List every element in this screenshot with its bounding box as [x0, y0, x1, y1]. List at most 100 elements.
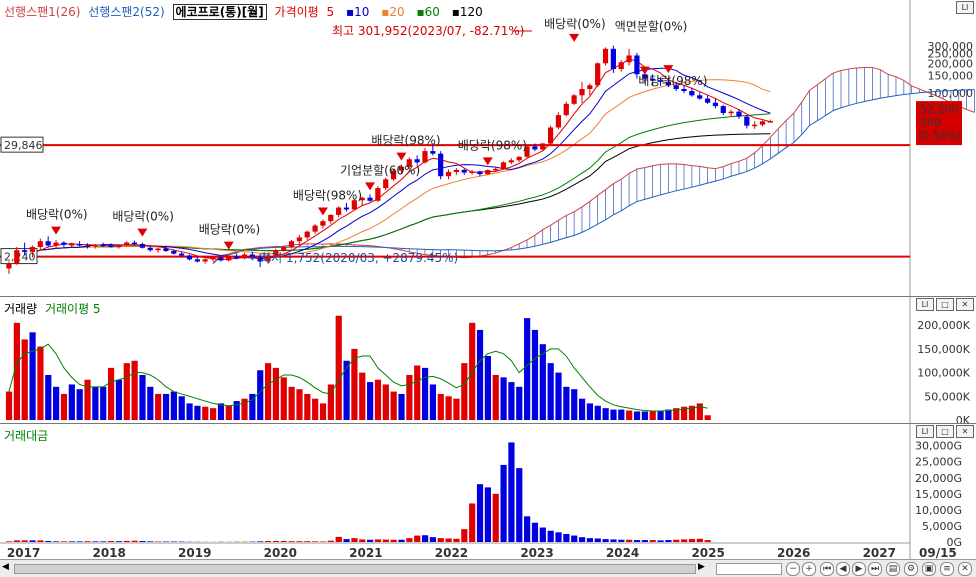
- candle-body: [564, 104, 569, 115]
- volume-bar: [29, 332, 35, 420]
- amount-bar: [563, 534, 569, 542]
- amount-bar: [84, 541, 90, 542]
- volume-legend: 거래량 거래이평 5: [4, 300, 105, 317]
- candle-body: [93, 245, 98, 247]
- candle-body: [148, 248, 153, 250]
- candle-body: [312, 226, 317, 232]
- candle-body: [61, 243, 66, 245]
- candle-body: [69, 244, 74, 246]
- volume-bar: [618, 410, 624, 420]
- amount-bar: [579, 537, 585, 542]
- candle-body: [132, 243, 137, 245]
- amount-close-button[interactable]: ✕: [956, 425, 974, 438]
- amount-bar: [650, 540, 656, 542]
- candle-body: [195, 259, 200, 261]
- settings-icon[interactable]: ⚙: [904, 562, 918, 576]
- volume-bar: [92, 387, 98, 420]
- annotation-dividend-2: 배당락(0%): [112, 210, 174, 224]
- volume-bar: [367, 382, 373, 420]
- volume-bar: [634, 411, 640, 420]
- amount-maximize-button[interactable]: □: [936, 425, 954, 438]
- scroll-left-button[interactable]: ◀: [2, 562, 12, 574]
- volume-bar: [398, 394, 404, 420]
- annotation-dividend-6-marker: [483, 157, 493, 165]
- legend-span1: 선행스팬1(26): [4, 5, 80, 19]
- candle-body: [446, 172, 451, 176]
- legend-stock[interactable]: 에코프로(통)[월]: [173, 4, 267, 20]
- amount-bar: [665, 540, 671, 542]
- volume-close-button[interactable]: ✕: [956, 298, 974, 311]
- amount-bar: [626, 540, 632, 542]
- last-icon[interactable]: ⏭: [868, 562, 882, 576]
- volume-bar: [595, 406, 601, 420]
- lock-icon[interactable]: ▣: [922, 562, 936, 576]
- scroll-right-button[interactable]: ▶: [698, 562, 708, 574]
- candle-body: [320, 221, 325, 225]
- amount-panel[interactable]: 거래대금 LI □ ✕ 30,000G25,000G20,000G15,000G…: [0, 423, 976, 560]
- panel-scale-button[interactable]: LI: [956, 1, 974, 14]
- amount-tick-label: 5,000G: [922, 520, 962, 533]
- amount-bar: [540, 528, 546, 542]
- candle-body: [297, 237, 302, 241]
- amount-bar: [69, 541, 75, 542]
- list-icon[interactable]: ≡: [940, 562, 954, 576]
- candle-body: [454, 170, 459, 172]
- volume-bar: [563, 387, 569, 420]
- volume-bar: [579, 399, 585, 420]
- candle-body: [697, 95, 702, 98]
- volume-scale-button[interactable]: LI: [916, 298, 934, 311]
- candle-body: [187, 255, 192, 259]
- volume-panel[interactable]: 거래량 거래이평 5 LI □ ✕ 200,000K150,000K100,00…: [0, 296, 976, 424]
- amount-bar: [124, 541, 130, 542]
- annotation-dividend-4-marker: [318, 208, 328, 216]
- amount-chart[interactable]: 30,000G25,000G20,000G15,000G10,000G5,000…: [0, 424, 976, 560]
- annotation-dividend-8: 배당락(98%): [638, 74, 707, 88]
- amount-bar: [610, 539, 616, 542]
- amount-bar: [265, 541, 271, 542]
- volume-bar: [100, 387, 106, 420]
- candle-body: [383, 179, 388, 188]
- zoom-out-icon[interactable]: −: [786, 562, 800, 576]
- volume-chart[interactable]: 200,000K150,000K100,000K50,000K0K: [0, 297, 976, 424]
- candle-body: [485, 170, 490, 174]
- close-icon[interactable]: ✕: [958, 562, 972, 576]
- amount-bar: [45, 541, 51, 542]
- volume-bar: [226, 406, 232, 420]
- volume-bar: [289, 387, 295, 420]
- volume-bar: [493, 375, 499, 420]
- next-icon[interactable]: ▶: [852, 562, 866, 576]
- amount-bar: [257, 541, 263, 542]
- price-panel-buttons: LI: [956, 1, 974, 14]
- amount-scale-button[interactable]: LI: [916, 425, 934, 438]
- x-axis-year-label: 2024: [606, 546, 639, 560]
- candle-body: [619, 62, 624, 69]
- volume-bar: [257, 370, 263, 420]
- amount-panel-buttons: LI □ ✕: [916, 425, 974, 438]
- zoom-in-icon[interactable]: +: [802, 562, 816, 576]
- prev-icon[interactable]: ◀: [836, 562, 850, 576]
- x-axis-year-label: 2020: [264, 546, 297, 560]
- horizontal-scrollbar[interactable]: [14, 564, 696, 574]
- volume-maximize-button[interactable]: □: [936, 298, 954, 311]
- volume-bar: [359, 373, 365, 420]
- candle-body: [611, 49, 616, 69]
- layout-icon[interactable]: ▤: [886, 562, 900, 576]
- volume-bar: [139, 375, 145, 420]
- volume-bar: [336, 316, 342, 420]
- amount-bar: [532, 523, 538, 542]
- volume-tick-label: 200,000K: [917, 319, 970, 332]
- zoom-slider[interactable]: [716, 563, 782, 575]
- x-axis-year-label: 2017: [7, 546, 40, 560]
- candle-body: [438, 154, 443, 177]
- price-panel[interactable]: 선행스팬1(26) 선행스팬2(52) 에코프로(통)[월] 가격이평 5 ▪1…: [0, 0, 976, 296]
- annotation-dividend-5-marker: [396, 153, 406, 161]
- price-chart[interactable]: 300,000250,000200,000150,000100,00029,84…: [0, 0, 976, 296]
- amount-bar: [493, 494, 499, 542]
- amount-bar: [343, 539, 349, 542]
- volume-bar: [77, 389, 83, 420]
- legend-volume-ma: 거래이평 5: [45, 302, 101, 316]
- first-icon[interactable]: ⏮: [820, 562, 834, 576]
- amount-bar: [516, 468, 522, 542]
- candle-body: [415, 159, 420, 162]
- last-price-label: 52,200: [920, 103, 959, 116]
